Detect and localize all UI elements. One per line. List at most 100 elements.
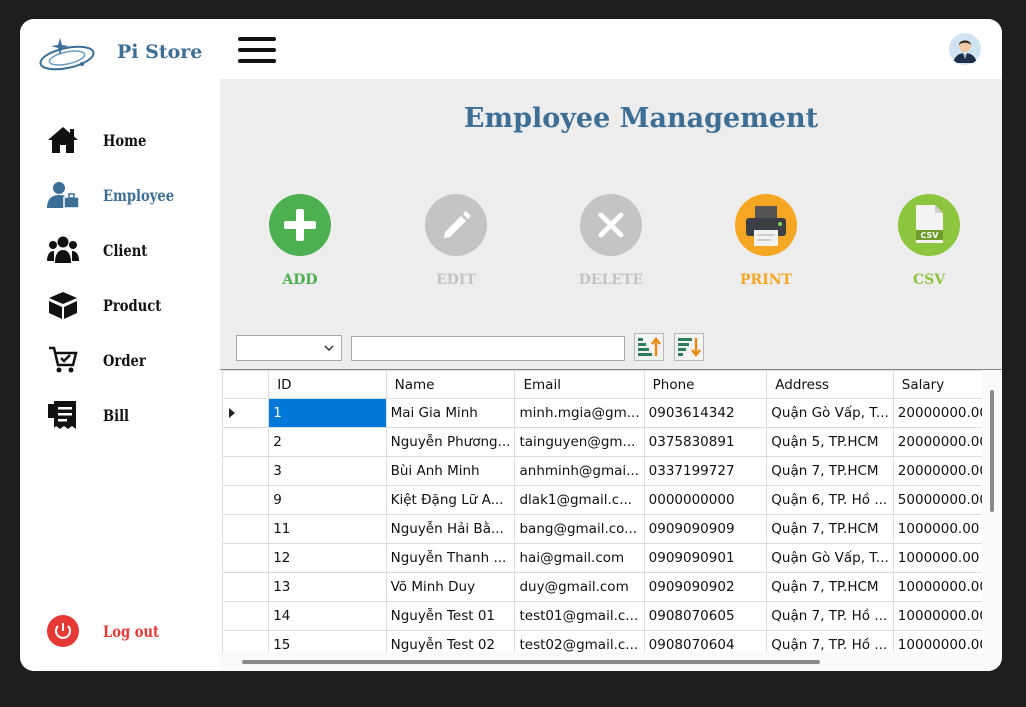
user-avatar-icon[interactable] [949, 33, 981, 65]
cell-id[interactable]: 12 [268, 543, 387, 573]
cell-name[interactable]: Nguyễn Test 01 [385, 601, 516, 631]
table-row[interactable]: 1 Mai Gia Minh minh.mgia@gm... 0903614342 Qu… [221, 398, 1002, 428]
table-row[interactable]: 14 Nguyễn Test 01 test01@gmail.c... 0908070… [221, 601, 1002, 631]
main-content: Employee Management ADD EDIT DELETE PRIN… [220, 79, 1002, 671]
cell-id[interactable]: 2 [268, 427, 387, 457]
cell-name[interactable]: Bùi Anh Minh [385, 456, 516, 486]
cell-email[interactable]: hai@gmail.com [514, 543, 645, 573]
row-header-cell[interactable] [221, 398, 270, 428]
cell-salary[interactable]: 20000000.00 [892, 456, 994, 486]
logout-button[interactable]: Log out [46, 613, 206, 649]
printer-icon [735, 194, 797, 256]
cell-id[interactable]: 11 [268, 514, 387, 544]
column-header-salary[interactable]: Salary [892, 370, 994, 399]
column-header-id[interactable]: ID [268, 370, 387, 399]
cell-phone[interactable]: 0000000000 [643, 485, 768, 515]
cell-id[interactable]: 14 [268, 601, 387, 631]
column-header-email[interactable]: Email [514, 370, 645, 399]
sort-ascending-button[interactable] [634, 333, 664, 361]
page-title: Employee Management [463, 103, 819, 134]
cell-name[interactable]: Nguyễn Hải Bằ... [385, 514, 516, 544]
row-header-cell[interactable] [221, 485, 270, 515]
sidebar-item-bill[interactable]: Bill [46, 397, 206, 433]
cell-salary[interactable]: 1000000.00 [892, 543, 994, 573]
cell-address[interactable]: Quận 5, TP.HCM [766, 427, 894, 457]
cell-email[interactable]: minh.mgia@gm... [514, 398, 645, 428]
cell-name[interactable]: Kiệt Đặng Lữ A... [385, 485, 516, 515]
cell-name[interactable]: Võ Minh Duy [385, 572, 516, 602]
cell-name[interactable]: Nguyễn Phương... [385, 427, 516, 457]
cell-email[interactable]: tainguyen@gm... [514, 427, 645, 457]
employee-data-grid[interactable]: ID Name Email Phone Address Salary 1 Mai … [220, 369, 1002, 671]
sort-descending-button[interactable] [674, 333, 704, 361]
row-header-corner [221, 370, 270, 399]
table-row[interactable]: 11 Nguyễn Hải Bằ... bang@gmail.co... 090909… [221, 514, 1002, 544]
cell-phone[interactable]: 0909090902 [643, 572, 768, 602]
cell-id[interactable]: 1 [268, 398, 387, 428]
cell-phone[interactable]: 0908070605 [643, 601, 768, 631]
print-button[interactable]: PRINT [716, 194, 816, 288]
column-header-phone[interactable]: Phone [643, 370, 768, 399]
cell-name[interactable]: Nguyễn Thanh ... [385, 543, 516, 573]
cell-salary[interactable]: 20000000.00 [892, 427, 994, 457]
cell-phone[interactable]: 0903614342 [643, 398, 768, 428]
sidebar-item-product[interactable]: Product [46, 287, 206, 323]
cell-email[interactable]: test01@gmail.c... [514, 601, 645, 631]
table-row[interactable]: 13 Võ Minh Duy duy@gmail.com 0909090902 Quận… [221, 572, 1002, 602]
filter-column-select[interactable] [236, 335, 342, 361]
column-header-address[interactable]: Address [766, 370, 894, 399]
cell-address[interactable]: Quận 7, TP. Hồ ... [766, 601, 894, 631]
row-header-cell[interactable] [221, 514, 270, 544]
table-row[interactable]: 9 Kiệt Đặng Lữ A... dlak1@gmail.c... 000000… [221, 485, 1002, 515]
cell-id[interactable]: 3 [268, 456, 387, 486]
row-header-cell[interactable] [221, 456, 270, 486]
sidebar-item-order[interactable]: Order [46, 342, 206, 378]
sidebar-item-client[interactable]: Client [46, 232, 206, 268]
row-header-cell[interactable] [221, 572, 270, 602]
row-header-cell[interactable] [221, 427, 270, 457]
cell-phone[interactable]: 0337199727 [643, 456, 768, 486]
delete-button[interactable]: DELETE [561, 194, 661, 288]
column-header-name[interactable]: Name [385, 370, 516, 399]
cell-address[interactable]: Quận Gò Vấp, T... [766, 543, 894, 573]
cell-phone[interactable]: 0375830891 [643, 427, 768, 457]
cell-salary[interactable]: 50000000.00 [892, 485, 994, 515]
cell-address[interactable]: Quận 7, TP.HCM [766, 572, 894, 602]
search-input[interactable] [351, 336, 625, 361]
cell-phone[interactable]: 0909090909 [643, 514, 768, 544]
cell-id[interactable]: 9 [268, 485, 387, 515]
cell-email[interactable]: duy@gmail.com [514, 572, 645, 602]
cell-address[interactable]: Quận Gò Vấp, T... [766, 398, 894, 428]
brand [38, 33, 96, 77]
client-group-icon [46, 234, 80, 266]
cell-salary[interactable]: 1000000.00 [892, 514, 994, 544]
row-header-cell[interactable] [221, 601, 270, 631]
table-row[interactable]: 2 Nguyễn Phương... tainguyen@gm... 03758308… [221, 427, 1002, 457]
cell-salary[interactable]: 20000000.00 [892, 398, 994, 428]
cell-salary[interactable]: 10000000.00 [892, 601, 994, 631]
cell-email[interactable]: anhminh@gmai... [514, 456, 645, 486]
table-row[interactable]: 3 Bùi Anh Minh anhminh@gmai... 0337199727 Qu… [221, 456, 1002, 486]
cell-address[interactable]: Quận 6, TP. Hồ ... [766, 485, 894, 515]
vertical-scrollbar[interactable] [982, 370, 1002, 652]
table-row[interactable]: 12 Nguyễn Thanh ... hai@gmail.com 090909090… [221, 543, 1002, 573]
cell-address[interactable]: Quận 7, TP.HCM [766, 456, 894, 486]
add-button[interactable]: ADD [250, 194, 350, 288]
edit-button[interactable]: EDIT [406, 194, 506, 288]
cell-phone[interactable]: 0909090901 [643, 543, 768, 573]
cell-name[interactable]: Mai Gia Minh [385, 398, 516, 428]
horizontal-scrollbar[interactable] [220, 652, 982, 671]
cell-address[interactable]: Quận 7, TP.HCM [766, 514, 894, 544]
sidebar-item-home[interactable]: Home [46, 122, 206, 158]
cell-email[interactable]: bang@gmail.co... [514, 514, 645, 544]
cell-id[interactable]: 13 [268, 572, 387, 602]
chevron-down-icon [324, 345, 334, 352]
bill-receipt-icon [46, 399, 80, 431]
csv-button[interactable]: CSV CSV [879, 194, 979, 288]
cell-salary[interactable]: 10000000.00 [892, 572, 994, 602]
row-header-cell[interactable] [221, 543, 270, 573]
hamburger-icon[interactable] [238, 37, 276, 67]
brand-name: Pi Store [117, 41, 203, 63]
sidebar-item-employee[interactable]: Employee [46, 177, 206, 213]
cell-email[interactable]: dlak1@gmail.c... [514, 485, 645, 515]
